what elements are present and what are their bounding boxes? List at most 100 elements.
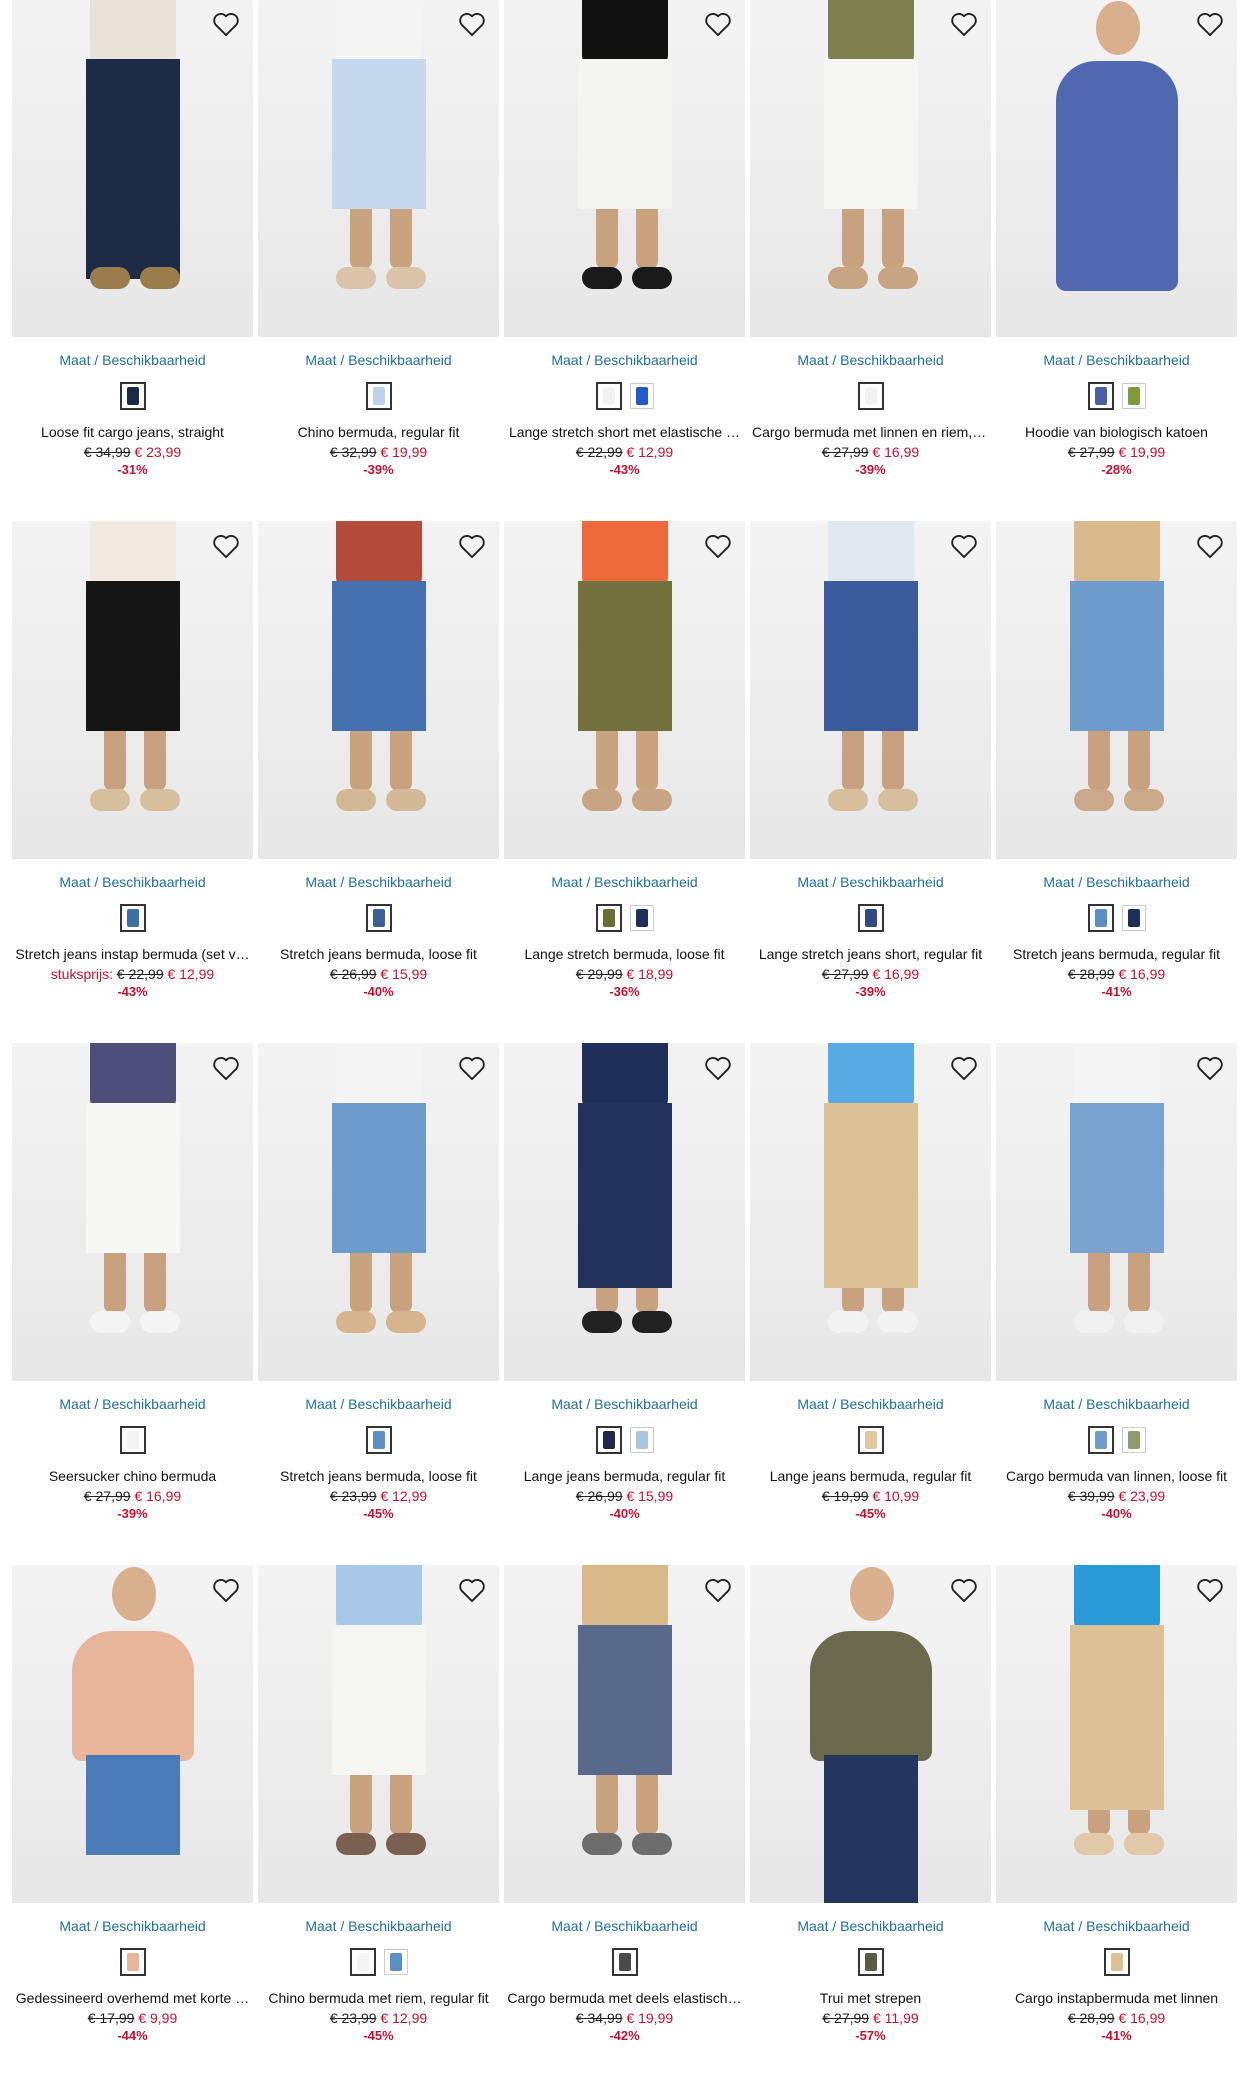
color-swatch[interactable] [629,383,654,409]
product-image[interactable] [750,521,991,859]
color-swatch[interactable] [629,905,654,931]
heart-icon[interactable] [457,531,487,561]
product-image[interactable] [12,0,253,337]
product-card[interactable]: Maat / Beschikbaarheid Lange stretch berm… [504,521,745,1043]
color-swatch[interactable] [119,904,146,932]
product-card[interactable]: Maat / Beschikbaarheid Stretch jeans berm… [996,521,1237,1043]
availability-link[interactable]: Maat / Beschikbaarheid [750,351,991,369]
color-swatch[interactable] [119,1948,146,1976]
availability-link[interactable]: Maat / Beschikbaarheid [258,1395,499,1413]
product-card[interactable]: Maat / Beschikbaarheid Cargo instapbermud… [996,1565,1237,2087]
color-swatch[interactable] [595,382,622,410]
product-title[interactable]: Cargo bermuda van linnen, loose fit [996,1467,1237,1485]
heart-icon[interactable] [1195,531,1225,561]
availability-link[interactable]: Maat / Beschikbaarheid [996,1395,1237,1413]
heart-icon[interactable] [1195,9,1225,39]
product-image[interactable] [996,1043,1237,1381]
color-swatch[interactable] [365,904,392,932]
product-image[interactable] [258,1043,499,1381]
availability-link[interactable]: Maat / Beschikbaarheid [12,351,253,369]
color-swatch[interactable] [1087,904,1114,932]
color-swatch[interactable] [365,1426,392,1454]
product-image[interactable] [996,1565,1237,1903]
availability-link[interactable]: Maat / Beschikbaarheid [504,1917,745,1935]
product-title[interactable]: Lange stretch bermuda, loose fit [504,945,745,963]
product-card[interactable]: Maat / Beschikbaarheid Cargo bermuda met … [504,1565,745,2087]
product-title[interactable]: Stretch jeans bermuda, loose fit [258,1467,499,1485]
product-title[interactable]: Loose fit cargo jeans, straight [12,423,253,441]
color-swatch[interactable] [629,1427,654,1453]
product-image[interactable] [12,1043,253,1381]
color-swatch[interactable] [1103,1948,1130,1976]
product-image[interactable] [750,0,991,337]
product-title[interactable]: Hoodie van biologisch katoen [996,423,1237,441]
availability-link[interactable]: Maat / Beschikbaarheid [504,873,745,891]
heart-icon[interactable] [211,1053,241,1083]
product-title[interactable]: Cargo instapbermuda met linnen [996,1989,1237,2007]
product-card[interactable]: Maat / Beschikbaarheid Hoodie van biologi… [996,0,1237,521]
availability-link[interactable]: Maat / Beschikbaarheid [258,1917,499,1935]
color-swatch[interactable] [1121,383,1146,409]
product-card[interactable]: Maat / Beschikbaarheid Lange jeans bermud… [750,1043,991,1565]
product-title[interactable]: Cargo bermuda met linnen en riem, … [750,423,991,441]
product-card[interactable]: Maat / Beschikbaarheid Stretch jeans berm… [258,521,499,1043]
color-swatch[interactable] [1121,905,1146,931]
product-title[interactable]: Seersucker chino bermuda [12,1467,253,1485]
availability-link[interactable]: Maat / Beschikbaarheid [258,351,499,369]
heart-icon[interactable] [703,531,733,561]
heart-icon[interactable] [1195,1575,1225,1605]
color-swatch[interactable] [119,382,146,410]
availability-link[interactable]: Maat / Beschikbaarheid [504,351,745,369]
product-card[interactable]: Maat / Beschikbaarheid Cargo bermuda van … [996,1043,1237,1565]
product-card[interactable]: Maat / Beschikbaarheid Trui met strepen € … [750,1565,991,2087]
availability-link[interactable]: Maat / Beschikbaarheid [750,1395,991,1413]
heart-icon[interactable] [703,1575,733,1605]
availability-link[interactable]: Maat / Beschikbaarheid [996,1917,1237,1935]
heart-icon[interactable] [457,1575,487,1605]
availability-link[interactable]: Maat / Beschikbaarheid [750,873,991,891]
color-swatch[interactable] [595,1426,622,1454]
heart-icon[interactable] [949,1053,979,1083]
product-title[interactable]: Lange jeans bermuda, regular fit [750,1467,991,1485]
color-swatch[interactable] [857,904,884,932]
availability-link[interactable]: Maat / Beschikbaarheid [258,873,499,891]
availability-link[interactable]: Maat / Beschikbaarheid [996,351,1237,369]
product-image[interactable] [12,521,253,859]
product-image[interactable] [258,1565,499,1903]
heart-icon[interactable] [703,1053,733,1083]
product-image[interactable] [996,521,1237,859]
product-image[interactable] [750,1565,991,1903]
product-image[interactable] [996,0,1237,337]
heart-icon[interactable] [703,9,733,39]
product-title[interactable]: Lange stretch jeans short, regular fit [750,945,991,963]
color-swatch[interactable] [1087,1426,1114,1454]
heart-icon[interactable] [211,531,241,561]
product-card[interactable]: Maat / Beschikbaarheid Lange stretch shor… [504,0,745,521]
product-image[interactable] [258,0,499,337]
availability-link[interactable]: Maat / Beschikbaarheid [504,1395,745,1413]
product-card[interactable]: Maat / Beschikbaarheid Stretch jeans berm… [258,1043,499,1565]
product-image[interactable] [258,521,499,859]
product-title[interactable]: Stretch jeans bermuda, regular fit [996,945,1237,963]
product-card[interactable]: Maat / Beschikbaarheid Lange jeans bermud… [504,1043,745,1565]
product-title[interactable]: Gedessineerd overhemd met korte … [12,1989,253,2007]
color-swatch[interactable] [857,382,884,410]
heart-icon[interactable] [457,1053,487,1083]
product-card[interactable]: Maat / Beschikbaarheid Cargo bermuda met … [750,0,991,521]
availability-link[interactable]: Maat / Beschikbaarheid [12,873,253,891]
availability-link[interactable]: Maat / Beschikbaarheid [12,1395,253,1413]
heart-icon[interactable] [949,9,979,39]
product-card[interactable]: Maat / Beschikbaarheid Chino bermuda met … [258,1565,499,2087]
availability-link[interactable]: Maat / Beschikbaarheid [996,873,1237,891]
product-title[interactable]: Chino bermuda met riem, regular fit [258,1989,499,2007]
availability-link[interactable]: Maat / Beschikbaarheid [12,1917,253,1935]
heart-icon[interactable] [949,531,979,561]
color-swatch[interactable] [119,1426,146,1454]
product-title[interactable]: Stretch jeans instap bermuda (set v… [12,945,253,963]
color-swatch[interactable] [383,1949,408,1975]
product-image[interactable] [750,1043,991,1381]
product-image[interactable] [504,1043,745,1381]
product-card[interactable]: Maat / Beschikbaarheid Chino bermuda, reg… [258,0,499,521]
product-card[interactable]: Maat / Beschikbaarheid Gedessineerd overh… [12,1565,253,2087]
product-title[interactable]: Lange jeans bermuda, regular fit [504,1467,745,1485]
